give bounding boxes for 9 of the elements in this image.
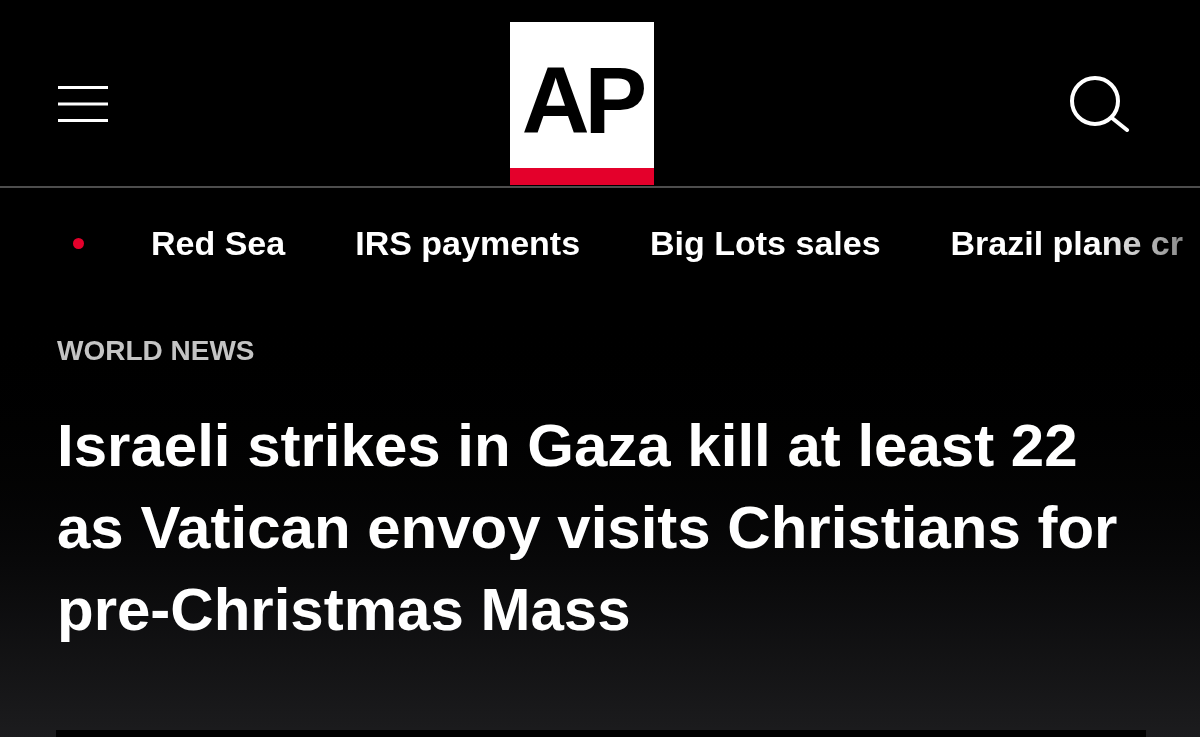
logo[interactable]: AP: [510, 22, 654, 185]
trending-link[interactable]: IRS payments: [355, 223, 581, 263]
headline: Israeli strikes in Gaza kill at least 22 as Vatican envoy visits Christians for pre-Christmas Mass: [57, 411, 1119, 645]
trending-link[interactable]: Red Sea: [151, 223, 286, 263]
trending-link[interactable]: Brazil plane cr: [950, 223, 1183, 263]
section-label: WORLD NEWS: [57, 335, 255, 367]
search-icon[interactable]: [1068, 75, 1130, 132]
menu-icon[interactable]: [58, 86, 108, 122]
trending-link[interactable]: Big Lots sales: [650, 223, 881, 263]
